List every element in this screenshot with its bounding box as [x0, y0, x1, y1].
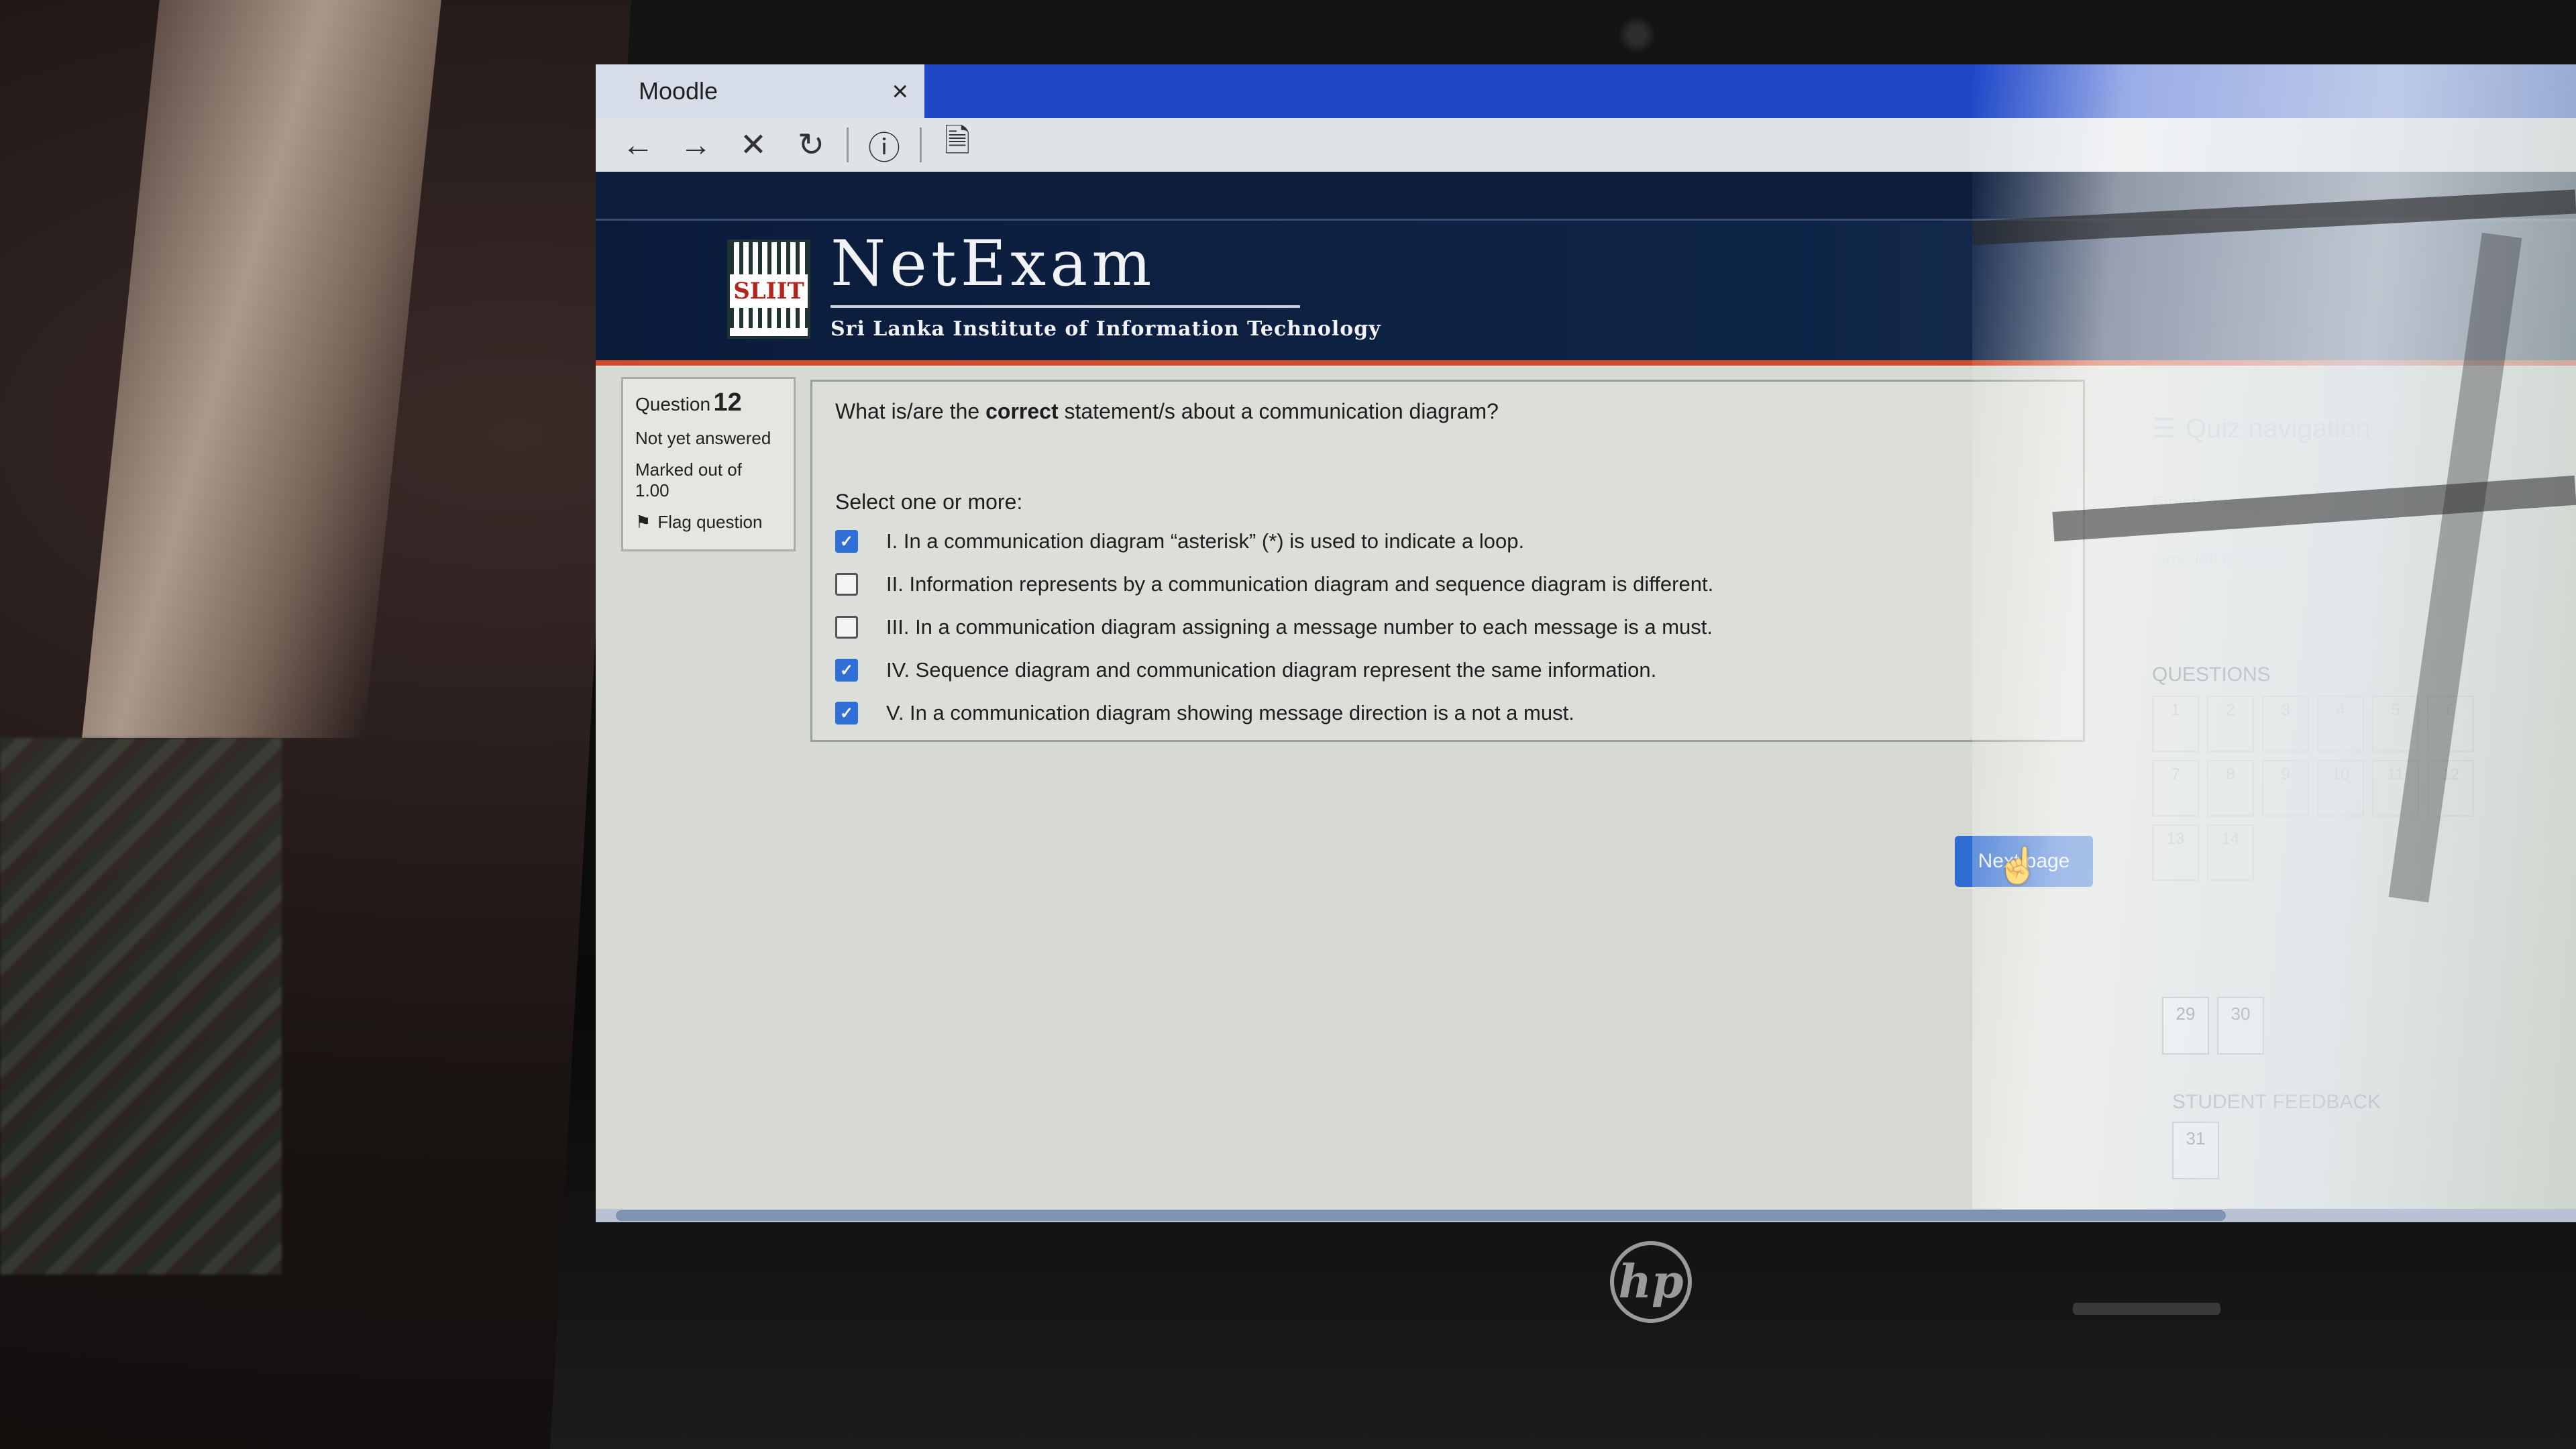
checkbox-unchecked[interactable] [835, 573, 858, 596]
quiz-nav-title-text: Quiz navigation [2185, 413, 2371, 443]
question-nav-cell[interactable]: 9 [2262, 760, 2309, 816]
back-icon[interactable]: ← [616, 125, 660, 165]
logo-text: SLIIT [733, 278, 804, 305]
question-nav-cell[interactable]: 6 [2427, 696, 2474, 752]
finish-attempt-link[interactable]: Finish attempt ... [2152, 492, 2568, 514]
question-number-line: Question 12 [635, 388, 782, 417]
question-nav-cell[interactable]: 8 [2207, 760, 2254, 816]
laptop-screen: Moodle × ← → ✕ ↻ ⓘ 🗎 SLIIT NetExam Sri L… [596, 64, 2576, 1222]
laptop-hinge [2073, 1303, 2220, 1315]
question-nav-cell[interactable]: 13 [2152, 824, 2199, 881]
answer-option-2[interactable]: II. Information represents by a communic… [835, 563, 2060, 606]
answer-option-label: III. In a communication diagram assignin… [886, 615, 1713, 639]
question-text: What is/are the correct statement/s abou… [835, 399, 2060, 424]
question-nav-cell[interactable]: 7 [2152, 760, 2199, 816]
question-nav-cell[interactable]: 3 [2262, 696, 2309, 752]
question-grid: 1 2 3 4 5 6 7 8 9 10 11 12 13 14 [2152, 696, 2528, 881]
logo-pattern [730, 308, 808, 328]
question-marks: 1.00 [635, 480, 669, 500]
tab-title: Moodle [639, 77, 718, 105]
browser-toolbar: ← → ✕ ↻ ⓘ 🗎 [596, 118, 2576, 172]
flag-question-label: Flag question [657, 512, 763, 532]
info-icon[interactable]: ⓘ [862, 125, 906, 166]
question-nav-cell[interactable]: 4 [2317, 696, 2364, 752]
answer-option-label: IV. Sequence diagram and communication d… [886, 658, 1657, 682]
reload-icon[interactable]: ↻ [789, 125, 833, 165]
tab-moodle[interactable]: Moodle × [596, 64, 924, 118]
answer-option-4[interactable]: ✓ IV. Sequence diagram and communication… [835, 649, 2060, 692]
question-nav-cell-30[interactable]: 30 [2217, 997, 2264, 1055]
question-nav-cell[interactable]: 5 [2372, 696, 2419, 752]
cloth [0, 738, 282, 1275]
toolbar-separator [920, 127, 922, 162]
questions-label: QUESTIONS [2152, 663, 2271, 686]
tab-bar: Moodle × [596, 64, 2576, 118]
question-nav-cell[interactable]: 11 [2372, 760, 2419, 816]
student-feedback-label: STUDENT FEEDBACK [2172, 1091, 2381, 1113]
question-nav-cell-29[interactable]: 29 [2162, 997, 2209, 1055]
site-header: SLIIT NetExam Sri Lanka Institute of Inf… [596, 219, 2576, 366]
answer-option-5[interactable]: ✓ V. In a communication diagram showing … [835, 692, 2060, 735]
quiz-nav-title: ☰ Quiz navigation [2152, 413, 2568, 444]
question-nav-cell[interactable]: 1 [2152, 696, 2199, 752]
brand-subtitle: Sri Lanka Institute of Information Techn… [830, 317, 1381, 341]
question-number: 12 [713, 388, 742, 417]
brand: NetExam Sri Lanka Institute of Informati… [830, 227, 1381, 341]
logo-pattern [730, 242, 808, 274]
question-nav-cell[interactable]: 14 [2207, 824, 2254, 881]
question-nav-cell-31[interactable]: 31 [2172, 1122, 2219, 1179]
answer-option-label: II. Information represents by a communic… [886, 572, 1714, 596]
question-text-end: statement/s about a communication diagra… [1058, 399, 1499, 423]
flag-icon: ⚑ [635, 512, 651, 532]
question-grid-visible: 29 30 [2162, 997, 2264, 1055]
question-status: Not yet answered [635, 428, 771, 448]
checkbox-unchecked[interactable] [835, 616, 858, 639]
feedback-cell-wrap: 31 [2172, 1122, 2219, 1179]
question-nav-cell[interactable]: 10 [2317, 760, 2364, 816]
flag-question-link[interactable]: ⚑ Flag question [635, 512, 782, 533]
menu-icon[interactable]: ☰ [2152, 413, 2176, 444]
question-nav-cell[interactable]: 12 [2427, 760, 2474, 816]
brand-divider [830, 305, 1300, 308]
brand-name: NetExam [830, 227, 1156, 301]
question-label: Question [635, 394, 711, 415]
question-nav-cell[interactable]: 2 [2207, 696, 2254, 752]
question-box: What is/are the correct statement/s abou… [810, 380, 2085, 742]
marked-out-of-text: Marked out of [635, 460, 742, 480]
checkbox-checked[interactable]: ✓ [835, 530, 858, 553]
scrollbar-thumb[interactable] [616, 1210, 2226, 1221]
stop-icon[interactable]: ✕ [731, 125, 775, 165]
sliit-logo: SLIIT [727, 239, 810, 339]
checkbox-checked[interactable]: ✓ [835, 659, 858, 682]
answer-option-3[interactable]: III. In a communication diagram assignin… [835, 606, 2060, 649]
page-top-strip [596, 172, 2576, 219]
answer-option-label: V. In a communication diagram showing me… [886, 701, 1574, 724]
question-text-emphasis: correct [985, 399, 1059, 423]
question-text-start: What is/are the [835, 399, 986, 423]
answer-option-1[interactable]: ✓ I. In a communication diagram “asteris… [835, 520, 2060, 563]
question-info: Question 12 Not yet answered Marked out … [621, 377, 796, 551]
marked-out-of-label: Marked out of 1.00 [635, 460, 782, 501]
checkbox-checked[interactable]: ✓ [835, 702, 858, 724]
time-left: Time left 0:33:06 [2152, 549, 2282, 569]
quiz-navigation: ☰ Quiz navigation Finish attempt ... Tim… [2152, 413, 2568, 881]
webcam [1617, 15, 1657, 55]
wall-light [82, 0, 441, 738]
page-icon[interactable]: 🗎 [935, 123, 979, 165]
hp-logo: hp [1610, 1241, 1692, 1323]
answer-prompt: Select one or more: [835, 490, 1023, 514]
forward-icon[interactable]: → [674, 125, 718, 165]
answer-option-label: I. In a communication diagram “asterisk”… [886, 529, 1525, 553]
horizontal-scrollbar[interactable] [596, 1209, 2576, 1222]
toolbar-separator [847, 127, 849, 162]
tab-close-icon[interactable]: × [892, 75, 908, 107]
next-page-button[interactable]: Next page [1955, 836, 2093, 887]
